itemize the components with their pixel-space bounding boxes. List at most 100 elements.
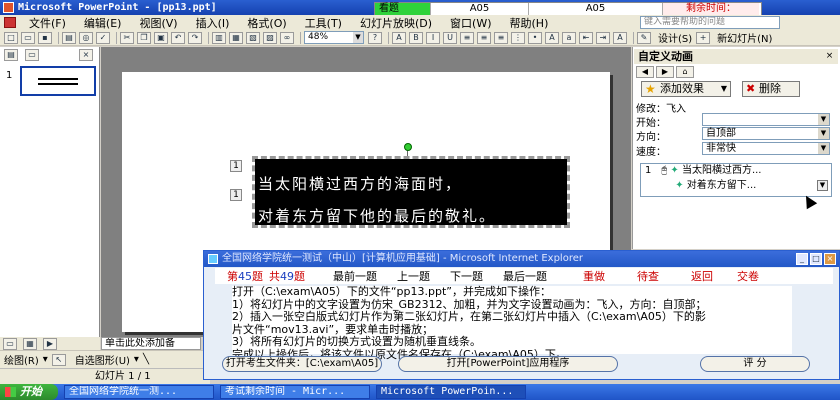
animation-list-item[interactable]: 1 🖰 ✦ 当太阳横过西方...: [642, 164, 830, 178]
grid-icon[interactable]: ▧: [246, 31, 260, 44]
align-center-icon[interactable]: ≡: [477, 31, 491, 44]
chevron-down-icon[interactable]: ▼: [818, 143, 829, 154]
font-color-icon[interactable]: A: [613, 31, 627, 44]
first-question-button[interactable]: 最前一题: [333, 268, 377, 284]
sorter-view-icon[interactable]: ▦: [23, 337, 37, 350]
select-pointer-icon[interactable]: ↖: [51, 353, 66, 366]
new-slide-button[interactable]: 新幻灯片(N): [717, 30, 772, 45]
hyperlink-icon[interactable]: ∞: [280, 31, 294, 44]
numbering-icon[interactable]: ⋮: [511, 31, 525, 44]
font-grow-icon[interactable]: A: [545, 31, 559, 44]
chevron-down-icon[interactable]: ▼: [818, 114, 829, 125]
close-icon[interactable]: ×: [824, 253, 836, 265]
chevron-down-icon[interactable]: ▼: [353, 32, 363, 43]
chevron-down-icon[interactable]: ▾: [134, 354, 139, 365]
design-button[interactable]: 设计(S): [658, 30, 692, 45]
redo-icon[interactable]: ↷: [188, 31, 202, 44]
rotation-handle[interactable]: [404, 143, 412, 151]
line-icon[interactable]: ╲: [143, 354, 149, 365]
chevron-down-icon[interactable]: ▾: [43, 354, 48, 365]
underline-icon[interactable]: U: [443, 31, 457, 44]
document-icon[interactable]: [4, 17, 16, 28]
open-icon[interactable]: ▭: [21, 31, 35, 44]
new-slide-icon[interactable]: +: [696, 31, 711, 44]
font-icon[interactable]: A: [392, 31, 406, 44]
pending-button[interactable]: 待查: [637, 268, 659, 284]
preview-icon[interactable]: ◎: [79, 31, 93, 44]
help-search-input[interactable]: 键入需要帮助的问题: [640, 16, 780, 29]
align-right-icon[interactable]: ≡: [494, 31, 508, 44]
slideshow-view-icon[interactable]: ▶: [43, 337, 57, 350]
score-button[interactable]: 评 分: [700, 356, 810, 372]
taskbar-item-powerpoint[interactable]: Microsoft PowerPoin...: [376, 385, 526, 399]
home-icon[interactable]: ⌂: [676, 66, 694, 78]
start-select[interactable]: ▼: [702, 113, 830, 126]
open-powerpoint-button[interactable]: 打开[PowerPoint]应用程序: [398, 356, 618, 372]
last-question-button[interactable]: 最后一题: [503, 268, 547, 284]
forward-icon[interactable]: ▶: [656, 66, 674, 78]
bullets-icon[interactable]: •: [528, 31, 542, 44]
start-button[interactable]: 开始: [0, 384, 58, 400]
close-pane-icon[interactable]: ×: [79, 49, 93, 61]
open-exam-folder-button[interactable]: 打开考生文件夹：[C:\exam\A05]: [222, 356, 382, 372]
spell-icon[interactable]: ✓: [96, 31, 110, 44]
direction-select[interactable]: 自顶部 ▼: [702, 127, 830, 140]
design-icon[interactable]: ✎: [637, 31, 651, 44]
zoom-select[interactable]: 48% ▼: [304, 31, 364, 44]
align-left-icon[interactable]: ≡: [460, 31, 474, 44]
chart-icon[interactable]: ▥: [212, 31, 226, 44]
menu-window[interactable]: 窗口(W): [441, 15, 500, 31]
next-question-button[interactable]: 下一题: [450, 268, 483, 284]
slide-text-line-1[interactable]: 当太阳横过西方的海面时，: [258, 173, 462, 194]
cut-icon[interactable]: ✂: [120, 31, 134, 44]
maximize-icon[interactable]: □: [810, 253, 822, 265]
indent-icon[interactable]: ⇤: [579, 31, 593, 44]
taskbar-item-timer[interactable]: 考试剩余时间 - Micr...: [220, 385, 370, 399]
animation-order-tag[interactable]: 1: [230, 189, 242, 201]
slides-tab-icon[interactable]: ▭: [25, 49, 39, 61]
print-icon[interactable]: ▤: [62, 31, 76, 44]
remove-effect-button[interactable]: ✖ 删除: [742, 81, 800, 97]
new-icon[interactable]: □: [4, 31, 18, 44]
prev-question-button[interactable]: 上一题: [397, 268, 430, 284]
image-icon[interactable]: ▨: [263, 31, 277, 44]
watch-question-button[interactable]: 看题: [375, 3, 431, 15]
menu-slideshow[interactable]: 幻灯片放映(D): [351, 15, 441, 31]
chevron-down-icon[interactable]: ▼: [817, 180, 828, 191]
redo-button[interactable]: 重做: [583, 268, 605, 284]
draw-menu[interactable]: 绘图(R): [4, 352, 39, 367]
menu-view[interactable]: 视图(V): [130, 15, 186, 31]
font-shrink-icon[interactable]: a: [562, 31, 576, 44]
help-icon[interactable]: ?: [368, 31, 382, 44]
normal-view-icon[interactable]: ▭: [3, 337, 17, 350]
taskbar-item-exam-browser[interactable]: 全国网络学院统一测...: [64, 385, 214, 399]
slide-thumbnail[interactable]: [20, 66, 96, 96]
chevron-down-icon[interactable]: ▼: [818, 128, 829, 139]
back-icon[interactable]: ◀: [636, 66, 654, 78]
autoshape-menu[interactable]: 自选图形(U): [75, 352, 130, 367]
outline-tab-icon[interactable]: ▤: [4, 49, 18, 61]
menu-file[interactable]: 文件(F): [20, 15, 75, 31]
outdent-icon[interactable]: ⇥: [596, 31, 610, 44]
submit-exam-button[interactable]: 交卷: [737, 268, 759, 284]
menu-format[interactable]: 格式(O): [238, 15, 295, 31]
italic-icon[interactable]: I: [426, 31, 440, 44]
close-icon[interactable]: ×: [824, 51, 835, 62]
minimize-icon[interactable]: _: [796, 253, 808, 265]
add-effect-button[interactable]: ★ 添加效果 ▼: [641, 81, 731, 97]
save-icon[interactable]: ▪: [38, 31, 52, 44]
menu-tools[interactable]: 工具(T): [296, 15, 351, 31]
notes-pane[interactable]: 单击此处添加备: [101, 337, 201, 350]
slide-text-line-2[interactable]: 对着东方留下他的最后的敬礼。: [258, 205, 496, 226]
bold-icon[interactable]: B: [409, 31, 423, 44]
speed-select[interactable]: 非常快 ▼: [702, 142, 830, 155]
menu-help[interactable]: 帮助(H): [501, 15, 558, 31]
menu-insert[interactable]: 插入(I): [187, 15, 239, 31]
back-button[interactable]: 返回: [691, 268, 713, 284]
animation-list-item[interactable]: ✦ 对着东方留下... ▼: [642, 179, 830, 193]
animation-order-tag[interactable]: 1: [230, 160, 242, 172]
menu-edit[interactable]: 编辑(E): [75, 15, 131, 31]
table-icon[interactable]: ▦: [229, 31, 243, 44]
copy-icon[interactable]: ❐: [137, 31, 151, 44]
undo-icon[interactable]: ↶: [171, 31, 185, 44]
